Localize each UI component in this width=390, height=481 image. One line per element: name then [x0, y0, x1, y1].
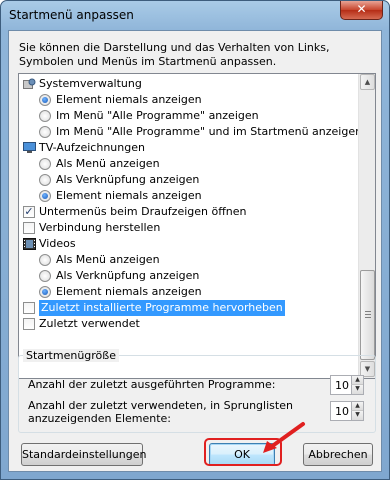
dialog-window: Startmenü anpassen ✕ Sie können die Dars…: [0, 0, 390, 480]
pointer-arrow-icon: [263, 422, 305, 453]
